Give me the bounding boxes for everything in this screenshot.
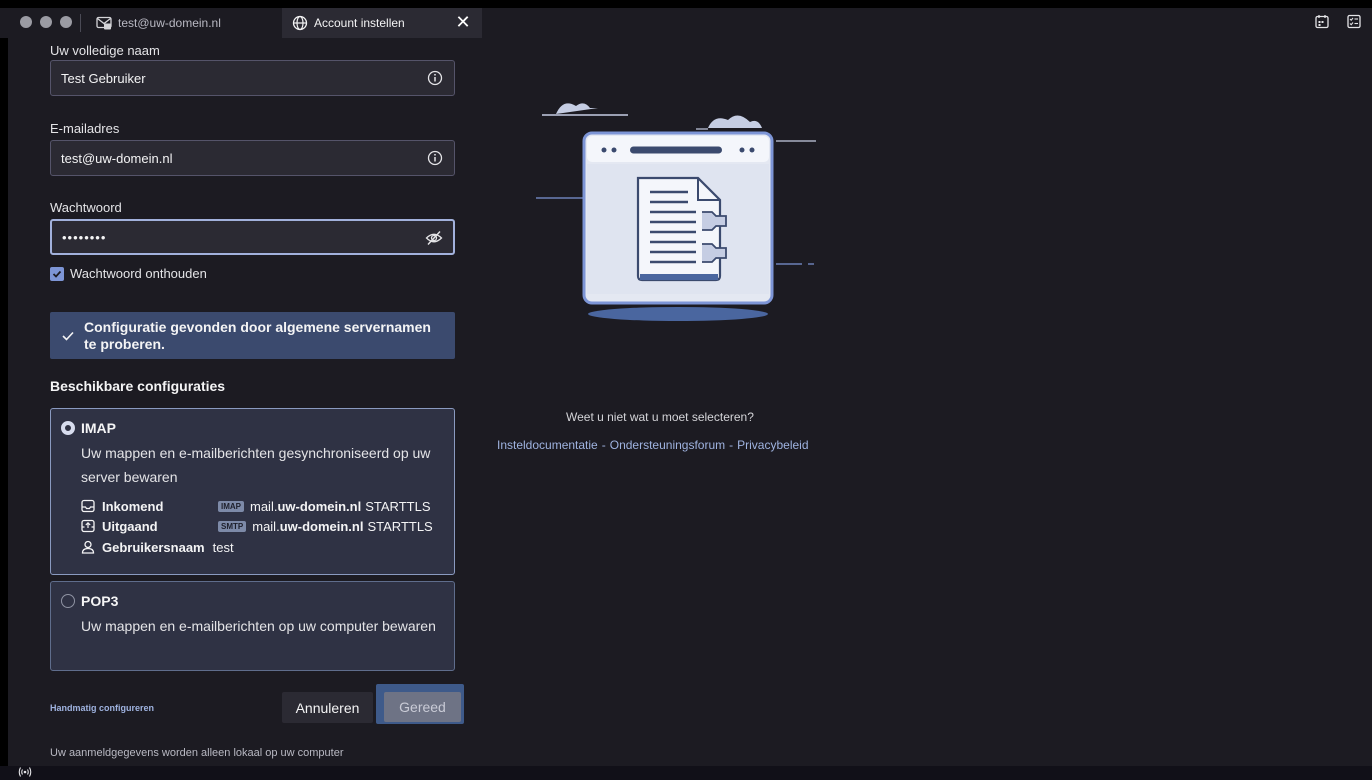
setup-illustration: [536, 103, 816, 321]
outgoing-host: uw-domein.nl: [279, 518, 364, 534]
help-links: Insteldocumentatie - Ondersteuningsforum…: [497, 438, 809, 452]
smtp-badge: SMTP: [218, 520, 247, 532]
link-separator: -: [729, 438, 734, 452]
outgoing-server-row: Uitgaand SMTP mail.uw-domein.nl STARTTLS: [81, 517, 433, 535]
close-icon[interactable]: ✕: [454, 13, 472, 31]
tasks-icon[interactable]: [1346, 12, 1362, 30]
incoming-server-row: Inkomend IMAP mail.uw-domein.nl STARTTLS: [81, 497, 431, 515]
incoming-label: Inkomend: [102, 498, 164, 514]
outgoing-security: STARTTLS: [367, 518, 433, 534]
info-icon[interactable]: [426, 149, 444, 167]
incoming-security: STARTTLS: [365, 498, 431, 514]
inbox-icon: [81, 498, 97, 514]
outbox-icon: [81, 518, 97, 534]
zoom-window-button[interactable]: [60, 16, 72, 28]
available-configs-title: Beschikbare configuraties: [50, 378, 226, 394]
imap-radio[interactable]: [61, 421, 75, 435]
full-name-field[interactable]: Test Gebruiker: [50, 60, 455, 96]
manual-configure-link[interactable]: Handmatig configureren: [50, 703, 154, 713]
mail-account-icon: [94, 13, 114, 33]
pop3-option[interactable]: POP3 Uw mappen en e-mailberichten op uw …: [50, 581, 455, 671]
imap-description: Uw mappen en e-mailberichten gesynchroni…: [81, 445, 431, 485]
done-button[interactable]: Gereed: [384, 692, 461, 722]
titlebar-separator: [80, 14, 81, 32]
outgoing-label: Uitgaand: [102, 518, 158, 534]
cancel-button[interactable]: Annuleren: [282, 692, 373, 723]
pop3-radio[interactable]: [61, 594, 75, 608]
username-row: Gebruikersnaam test: [81, 538, 234, 556]
status-bar: [0, 766, 1372, 780]
remember-checkbox[interactable]: [50, 266, 64, 281]
email-label: E-mailadres: [50, 121, 120, 136]
checkmark-icon: [62, 331, 74, 341]
remember-password[interactable]: Wachtwoord onthouden: [50, 266, 207, 281]
help-question: Weet u niet wat u moet selecteren?: [566, 410, 754, 424]
minimize-window-button[interactable]: [40, 16, 52, 28]
link-separator: -: [601, 438, 606, 452]
imap-option[interactable]: IMAP Uw mappen en e-mailberichten gesync…: [50, 408, 455, 575]
email-field[interactable]: test@uw-domein.nl: [50, 140, 455, 176]
imap-badge: IMAP: [218, 500, 244, 512]
globe-icon: [290, 13, 310, 33]
config-found-notice: Configuratie gevonden door algemene serv…: [50, 312, 455, 359]
pop3-description: Uw mappen en e-mailberichten op uw compu…: [81, 618, 436, 634]
imap-title: IMAP: [81, 420, 116, 436]
tab-mail-account-label: test@uw-domein.nl: [118, 16, 221, 30]
outgoing-host-prefix: mail.: [252, 518, 280, 534]
support-forum-link[interactable]: Ondersteuningsforum: [610, 438, 725, 452]
calendar-icon[interactable]: [1314, 12, 1330, 30]
privacy-footnote: Uw aanmeldgegevens worden alleen lokaal …: [50, 747, 344, 759]
title-bar: test@uw-domein.nl Account instellen ✕: [0, 8, 1372, 38]
name-label: Uw volledige naam: [50, 43, 160, 58]
tab-account-setup-label: Account instellen: [314, 16, 405, 30]
remember-label: Wachtwoord onthouden: [70, 266, 207, 281]
pop3-title: POP3: [81, 593, 119, 609]
eye-slash-icon[interactable]: [425, 229, 443, 247]
setup-docs-link[interactable]: Insteldocumentatie: [497, 438, 598, 452]
toolbar-icons: [1314, 12, 1362, 30]
incoming-host: uw-domein.nl: [277, 498, 362, 514]
password-field[interactable]: ••••••••: [50, 219, 455, 255]
username-label: Gebruikersnaam: [102, 539, 205, 555]
notice-text: Configuratie gevonden door algemene serv…: [84, 318, 431, 352]
tab-mail-account[interactable]: test@uw-domein.nl: [86, 8, 282, 38]
account-setup-page: Uw volledige naam Test Gebruiker E-maila…: [8, 38, 1372, 766]
tab-account-setup[interactable]: Account instellen ✕: [282, 8, 482, 38]
info-icon[interactable]: [426, 69, 444, 87]
incoming-host-prefix: mail.: [250, 498, 278, 514]
email-value: test@uw-domein.nl: [61, 150, 173, 166]
full-name-value: Test Gebruiker: [61, 70, 146, 86]
window-controls: [20, 16, 72, 28]
privacy-policy-link[interactable]: Privacybeleid: [737, 438, 808, 452]
user-icon: [81, 539, 97, 555]
password-label: Wachtwoord: [50, 200, 122, 215]
username-value: test: [212, 539, 234, 555]
password-value: ••••••••: [62, 229, 107, 245]
activity-icon[interactable]: [18, 766, 32, 780]
close-window-button[interactable]: [20, 16, 32, 28]
